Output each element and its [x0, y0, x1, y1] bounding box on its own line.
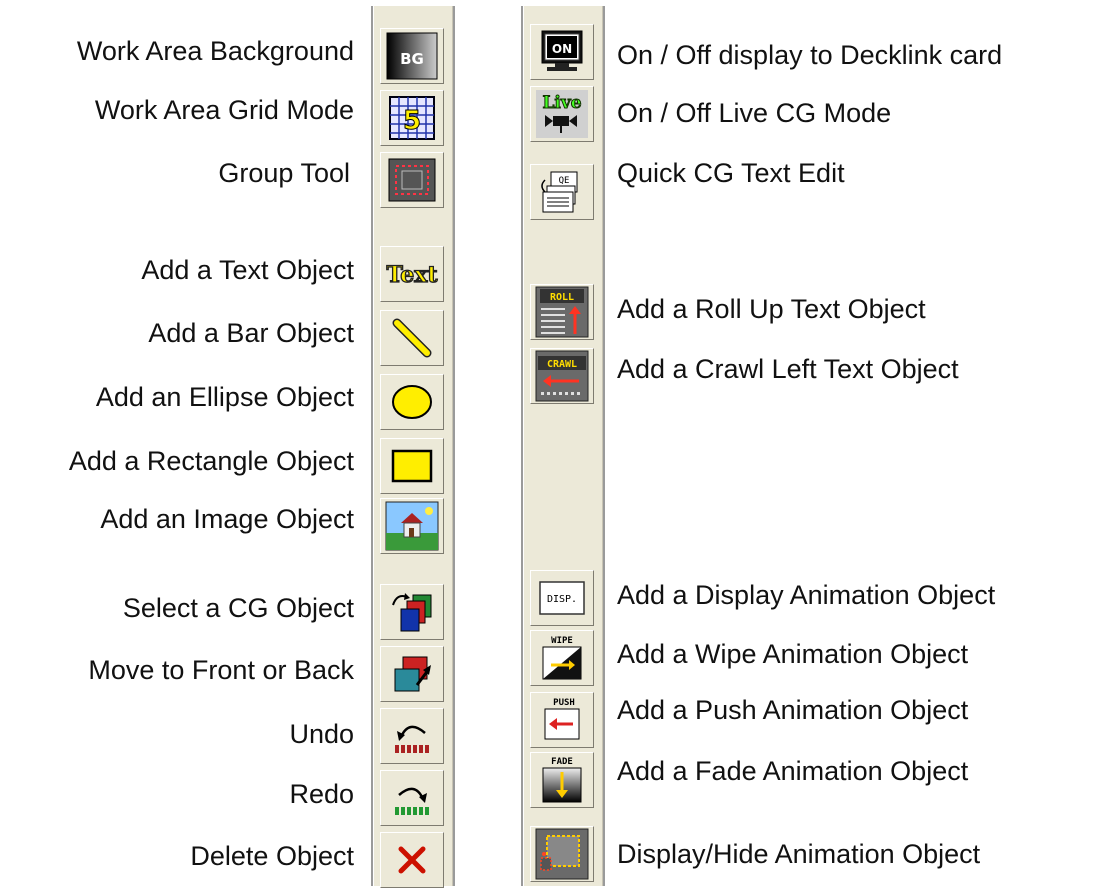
move-front-back-button[interactable] [380, 646, 444, 702]
delete-object-button[interactable] [380, 832, 444, 888]
redo-button[interactable] [380, 770, 444, 826]
bg-icon: BG [386, 32, 438, 80]
push-animation-icon-text: PUSH [553, 698, 575, 708]
label-quick-text-edit: Quick CG Text Edit [617, 158, 845, 188]
label-work-area-grid-mode: Work Area Grid Mode [94, 95, 354, 125]
display-hide-animation-icon [535, 828, 589, 880]
group-tool-icon [388, 158, 436, 202]
quick-edit-icon-text: QE [559, 176, 570, 186]
roll-up-icon-text: ROLL [550, 292, 574, 303]
label-add-ellipse-object: Add an Ellipse Object [95, 382, 354, 412]
label-undo: Undo [289, 719, 354, 749]
push-animation-icon: PUSH [544, 698, 580, 740]
right-toolbar: ON Live QE ROLL CRAWL DISP. WIPE PUSH FA… [521, 6, 605, 886]
label-add-rectangle-object: Add a Rectangle Object [68, 446, 354, 476]
bg-icon-text: BG [400, 50, 424, 68]
bar-object-icon [392, 318, 432, 358]
wipe-animation-button[interactable]: WIPE [530, 630, 594, 686]
label-wipe-animation: Add a Wipe Animation Object [617, 639, 969, 669]
fade-animation-button[interactable]: FADE [530, 752, 594, 808]
add-image-object-button[interactable] [380, 498, 444, 554]
wipe-animation-icon-text: WIPE [551, 636, 573, 646]
label-live-cg-mode: On / Off Live CG Mode [617, 98, 892, 128]
front-back-icon [394, 656, 431, 692]
fade-animation-icon-text: FADE [551, 757, 573, 767]
redo-icon [395, 787, 429, 815]
crawl-left-icon-text: CRAWL [547, 359, 577, 370]
left-toolbar: BG 5 Text [371, 6, 455, 888]
select-cg-object-button[interactable] [380, 584, 444, 640]
live-cg-icon-text: Live [542, 93, 581, 113]
display-hide-animation-button[interactable] [530, 826, 594, 882]
label-delete-object: Delete Object [190, 841, 354, 871]
grid-mode-button[interactable]: 5 [380, 90, 444, 146]
select-object-icon [392, 593, 432, 632]
label-redo: Redo [289, 779, 354, 809]
display-animation-button[interactable]: DISP. [530, 570, 594, 626]
display-animation-icon: DISP. [539, 581, 585, 615]
label-add-bar-object: Add a Bar Object [148, 318, 354, 348]
fade-animation-icon: FADE [542, 757, 582, 803]
undo-icon [395, 725, 429, 753]
label-decklink-display: On / Off display to Decklink card [617, 40, 1003, 70]
push-animation-button[interactable]: PUSH [530, 692, 594, 748]
label-add-text-object: Add a Text Object [141, 255, 354, 285]
label-move-front-back: Move to Front or Back [88, 655, 354, 685]
grid-mode-icon: 5 [389, 96, 435, 140]
add-text-object-button[interactable]: Text [380, 246, 444, 302]
crawl-left-text-button[interactable]: CRAWL [530, 348, 594, 404]
roll-up-icon: ROLL [535, 286, 589, 338]
roll-up-text-button[interactable]: ROLL [530, 284, 594, 340]
rectangle-object-icon [391, 449, 433, 483]
label-work-area-background: Work Area Background [76, 36, 354, 66]
live-cg-icon: Live [536, 90, 588, 138]
image-object-icon [385, 501, 439, 551]
label-select-cg-object: Select a CG Object [122, 593, 354, 623]
work-area-background-button[interactable]: BG [380, 28, 444, 84]
label-crawl-left-text: Add a Crawl Left Text Object [617, 354, 959, 384]
wipe-animation-icon: WIPE [542, 636, 582, 680]
label-push-animation: Add a Push Animation Object [617, 695, 969, 725]
quick-edit-icon: QE [541, 171, 578, 213]
live-cg-mode-button[interactable]: Live [530, 86, 594, 142]
label-roll-up-text: Add a Roll Up Text Object [617, 294, 926, 324]
delete-icon [398, 846, 426, 874]
add-rectangle-object-button[interactable] [380, 438, 444, 494]
label-display-animation: Add a Display Animation Object [617, 580, 996, 610]
undo-button[interactable] [380, 708, 444, 764]
decklink-display-icon: ON [541, 30, 583, 71]
ellipse-object-icon [392, 385, 432, 419]
add-bar-object-button[interactable] [380, 310, 444, 366]
add-ellipse-object-button[interactable] [380, 374, 444, 430]
display-animation-icon-text: DISP. [547, 594, 577, 605]
decklink-display-button[interactable]: ON [530, 24, 594, 80]
label-fade-animation: Add a Fade Animation Object [617, 756, 969, 786]
text-object-icon: Text [386, 261, 439, 288]
text-object-icon-text: Text [386, 262, 438, 288]
crawl-left-icon: CRAWL [535, 350, 589, 402]
quick-text-edit-button[interactable]: QE [530, 164, 594, 220]
decklink-icon-text: ON [552, 42, 572, 56]
group-tool-button[interactable] [380, 152, 444, 208]
label-display-hide-animation: Display/Hide Animation Object [617, 839, 981, 869]
label-add-image-object: Add an Image Object [100, 504, 354, 534]
grid-mode-icon-text: 5 [403, 106, 421, 136]
label-group-tool: Group Tool [218, 158, 350, 188]
